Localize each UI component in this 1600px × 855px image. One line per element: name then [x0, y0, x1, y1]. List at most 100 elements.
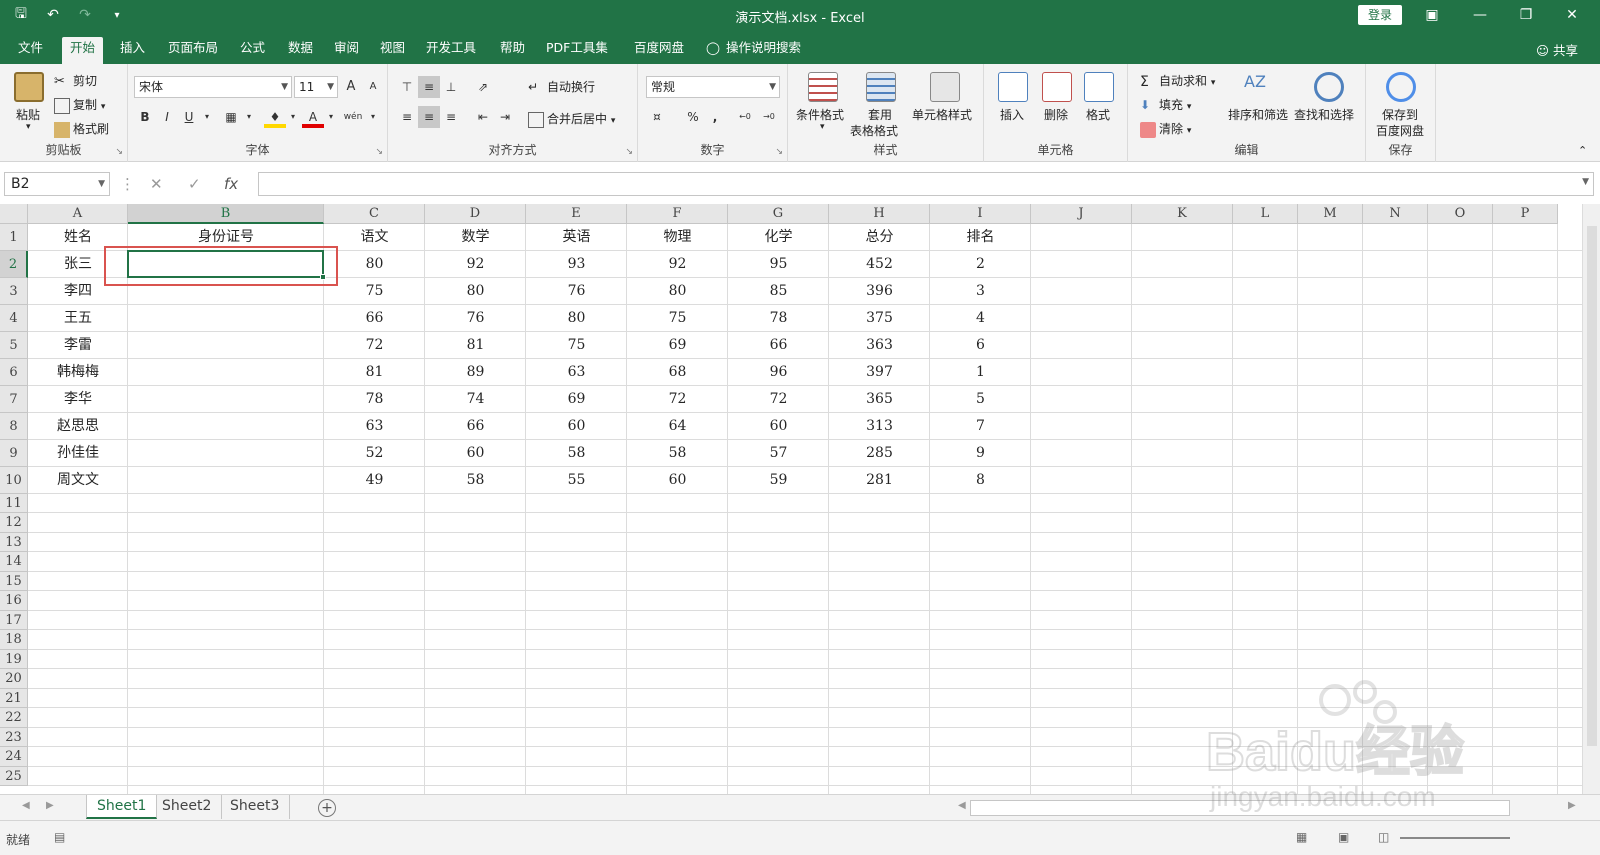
insert-cells-button[interactable]: 插入: [1000, 106, 1024, 123]
zoom-slider[interactable]: [1400, 837, 1510, 839]
cell-h10[interactable]: 281: [829, 467, 930, 494]
cell-b8[interactable]: [128, 413, 324, 440]
cell-b6[interactable]: [128, 359, 324, 386]
ribbon-display-options-icon[interactable]: ▣: [1412, 4, 1452, 26]
save-to-netdisk-line1[interactable]: 保存到: [1382, 106, 1418, 123]
increase-indent-icon[interactable]: ⇥: [494, 106, 516, 128]
cell-f5[interactable]: 69: [627, 332, 728, 359]
cell-h4[interactable]: 375: [829, 305, 930, 332]
cell-f3[interactable]: 80: [627, 278, 728, 305]
name-box[interactable]: B2 ▼: [4, 172, 110, 196]
dialog-launcher-icon[interactable]: ↘: [375, 147, 383, 157]
find-select-button[interactable]: 查找和选择: [1294, 106, 1354, 123]
row-header-3[interactable]: 3: [0, 278, 28, 305]
dialog-launcher-icon[interactable]: ↘: [115, 147, 123, 157]
number-format-combo[interactable]: 常规 ▼: [646, 76, 780, 98]
cell-e10[interactable]: 55: [526, 467, 627, 494]
tab-formulas[interactable]: 公式: [232, 37, 273, 64]
worksheet-grid[interactable]: A B C D E F G H I J K L M N O P 1 2 3 4 5 6 7 8 9 10 11 12 13 14 15 16 1…: [0, 204, 1600, 794]
italic-button[interactable]: I: [156, 106, 178, 128]
tab-file[interactable]: 文件: [10, 37, 51, 64]
cell-f8[interactable]: 64: [627, 413, 728, 440]
cell-f10[interactable]: 60: [627, 467, 728, 494]
tab-insert[interactable]: 插入: [112, 37, 153, 64]
cell-g7[interactable]: 72: [728, 386, 829, 413]
formula-input[interactable]: ▼: [258, 172, 1594, 196]
row-header-21[interactable]: 21: [0, 689, 28, 708]
dialog-launcher-icon[interactable]: ↘: [625, 147, 633, 157]
phonetic-button[interactable]: wén: [342, 106, 364, 128]
cell-e6[interactable]: 63: [526, 359, 627, 386]
cell-g9[interactable]: 57: [728, 440, 829, 467]
cell-b9[interactable]: [128, 440, 324, 467]
cell-a6[interactable]: 韩梅梅: [28, 359, 128, 386]
bold-button[interactable]: B: [134, 106, 156, 128]
delete-cells-icon[interactable]: [1042, 72, 1072, 102]
font-color-dropdown-icon[interactable]: ▾: [320, 106, 342, 128]
cell-d3[interactable]: 80: [425, 278, 526, 305]
row-header-9[interactable]: 9: [0, 440, 28, 467]
cell-g1[interactable]: 化学: [728, 224, 829, 251]
hscroll-left-icon[interactable]: ◀: [958, 800, 966, 811]
row-header-19[interactable]: 19: [0, 650, 28, 669]
row-header-15[interactable]: 15: [0, 572, 28, 591]
tab-baidu-netdisk[interactable]: 百度网盘: [626, 37, 692, 64]
cell-e3[interactable]: 76: [526, 278, 627, 305]
row-header-12[interactable]: 12: [0, 513, 28, 533]
minimize-icon[interactable]: —: [1460, 4, 1500, 26]
cell-f4[interactable]: 75: [627, 305, 728, 332]
column-header-e[interactable]: E: [526, 204, 627, 224]
increase-font-icon[interactable]: A: [340, 76, 362, 98]
row-header-18[interactable]: 18: [0, 630, 28, 650]
cell-d8[interactable]: 66: [425, 413, 526, 440]
cell-i9[interactable]: 9: [930, 440, 1031, 467]
column-header-n[interactable]: N: [1363, 204, 1428, 224]
column-header-l[interactable]: L: [1233, 204, 1298, 224]
cell-a10[interactable]: 周文文: [28, 467, 128, 494]
decrease-decimal-icon[interactable]: →0: [758, 106, 780, 128]
conditional-format-button[interactable]: 条件格式: [796, 106, 844, 123]
conditional-format-icon[interactable]: [808, 72, 838, 102]
comma-button[interactable]: ,: [704, 106, 726, 128]
cell-i6[interactable]: 1: [930, 359, 1031, 386]
align-left-icon[interactable]: ≡: [396, 106, 418, 128]
row-header-20[interactable]: 20: [0, 669, 28, 689]
share-button[interactable]: ☺ 共享: [1536, 40, 1578, 59]
cell-e9[interactable]: 58: [526, 440, 627, 467]
format-as-table-button-line2[interactable]: 表格格式: [850, 122, 898, 139]
insert-function-icon[interactable]: fx: [224, 175, 238, 193]
vertical-scrollbar[interactable]: [1582, 204, 1600, 794]
cell-e5[interactable]: 75: [526, 332, 627, 359]
cell-h3[interactable]: 396: [829, 278, 930, 305]
cell-f2[interactable]: 92: [627, 251, 728, 278]
cell-h6[interactable]: 397: [829, 359, 930, 386]
normal-view-icon[interactable]: ▦: [1296, 830, 1307, 844]
cell-g2[interactable]: 95: [728, 251, 829, 278]
cell-i5[interactable]: 6: [930, 332, 1031, 359]
row-header-2[interactable]: 2: [0, 251, 28, 278]
row-header-4[interactable]: 4: [0, 305, 28, 332]
column-header-m[interactable]: M: [1298, 204, 1363, 224]
cell-a5[interactable]: 李雷: [28, 332, 128, 359]
cell-g5[interactable]: 66: [728, 332, 829, 359]
cell-b10[interactable]: [128, 467, 324, 494]
cell-i3[interactable]: 3: [930, 278, 1031, 305]
cell-styles-button[interactable]: 单元格样式: [912, 106, 972, 123]
page-break-view-icon[interactable]: ◫: [1378, 830, 1389, 844]
sheet-tab-2[interactable]: Sheet2: [152, 795, 223, 819]
merge-center-button[interactable]: 合并后居中 ▾: [528, 110, 615, 128]
tell-me-search[interactable]: 操作说明搜索: [718, 37, 809, 64]
tab-developer[interactable]: 开发工具: [418, 37, 484, 64]
cell-d2[interactable]: 92: [425, 251, 526, 278]
column-header-p[interactable]: P: [1493, 204, 1558, 224]
cell-h1[interactable]: 总分: [829, 224, 930, 251]
cell-d4[interactable]: 76: [425, 305, 526, 332]
autosum-button[interactable]: Σ 自动求和 ▾: [1140, 72, 1215, 90]
column-header-b[interactable]: B: [128, 204, 324, 224]
cell-i8[interactable]: 7: [930, 413, 1031, 440]
row-header-6[interactable]: 6: [0, 359, 28, 386]
cell-e2[interactable]: 93: [526, 251, 627, 278]
row-header-23[interactable]: 23: [0, 728, 28, 747]
cell-d1[interactable]: 数学: [425, 224, 526, 251]
row-header-13[interactable]: 13: [0, 533, 28, 552]
